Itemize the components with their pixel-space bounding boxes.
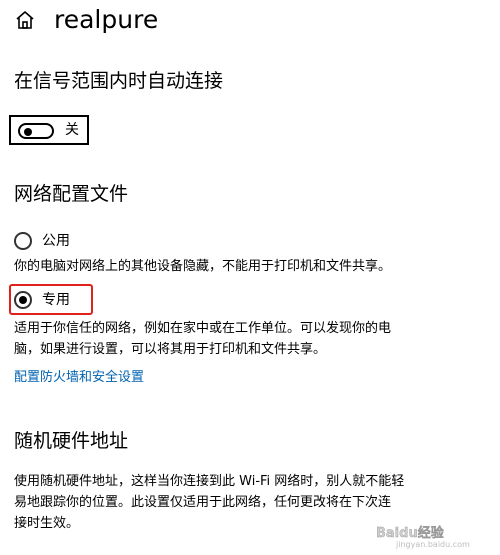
toggle-knob (24, 128, 32, 136)
random-hw-description-line3: 接时生效。 (14, 516, 80, 531)
radio-private-description-line1: 适用于你信任的网络，例如在家中或在工作单位。可以发现你的电 (14, 321, 392, 336)
auto-connect-toggle[interactable]: 关 (9, 115, 89, 145)
radio-private-label: 专用 (42, 292, 70, 308)
radio-selected-dot (19, 296, 27, 304)
radio-public-label: 公用 (42, 233, 70, 249)
radio-public-circle[interactable] (14, 232, 32, 250)
watermark-url: jingyan.baidu.com (395, 540, 470, 549)
radio-private[interactable]: 专用 (14, 288, 214, 312)
random-hw-description-line1: 使用随机硬件地址，这样当你连接到此 Wi-Fi 网络时，别人就不能轻 (14, 474, 405, 489)
random-hw-description-line2: 易地跟踪你的位置。此设置仅适用于此网络，任何更改将在下次连 (14, 495, 392, 510)
random-hw-title: 随机硬件地址 (14, 430, 129, 452)
page-title: realpure (54, 5, 159, 34)
baidu-watermark: Baidu经验 jingyan.baidu.com (376, 523, 494, 549)
toggle-switch[interactable] (18, 123, 54, 139)
radio-private-circle[interactable] (14, 291, 32, 309)
auto-connect-title: 在信号范围内时自动连接 (14, 70, 224, 92)
watermark-brand: Baidu经验 (376, 525, 445, 541)
radio-public-description: 你的电脑对网络上的其他设备隐藏，不能用于打印机和文件共享。 (14, 259, 392, 274)
firewall-settings-link[interactable]: 配置防火墙和安全设置 (14, 368, 144, 388)
toggle-state-label: 关 (65, 122, 79, 138)
radio-private-description-line2: 脑，如果进行设置，可以将其用于打印机和文件共享。 (14, 342, 327, 357)
home-icon[interactable] (14, 9, 36, 31)
network-profile-title: 网络配置文件 (14, 183, 129, 205)
radio-public[interactable]: 公用 (14, 229, 214, 253)
